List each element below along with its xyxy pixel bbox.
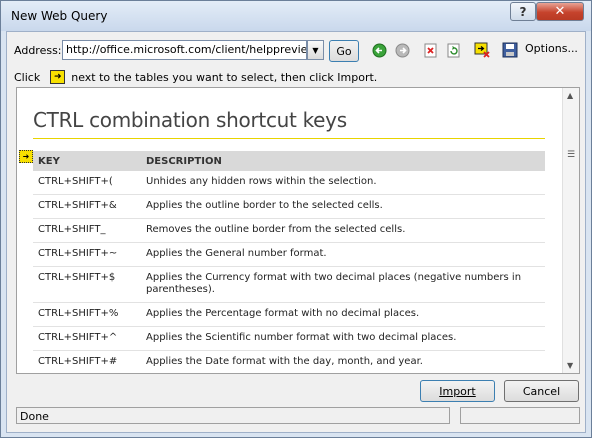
import-label: Import [439, 384, 476, 398]
column-header-description: DESCRIPTION [141, 151, 545, 171]
table-row: CTRL+SHIFT_ Removes the outline border fr… [33, 218, 545, 243]
shortcut-description: Removes the outline border from the sele… [141, 218, 545, 243]
chevron-down-icon: ▼ [312, 45, 319, 55]
table-row: CTRL+SHIFT+& Applies the outline border t… [33, 194, 545, 219]
shortcut-key: CTRL+SHIFT+( [33, 171, 141, 195]
import-button[interactable]: Import [420, 380, 495, 402]
shortcut-description: Applies the Scientific number format wit… [141, 326, 545, 351]
table-row: CTRL+SHIFT+(Unhides any hidden rows with… [33, 171, 545, 195]
status-bar: Done [16, 407, 450, 424]
options-button[interactable]: Options... [525, 42, 578, 55]
table-row: CTRL+SHIFT+~ Applies the General number f… [33, 242, 545, 267]
help-button[interactable]: ? [510, 2, 536, 21]
title-divider [33, 138, 545, 139]
table-select-arrow-icon[interactable]: ➜ [19, 150, 33, 163]
go-button[interactable]: Go [329, 40, 359, 62]
hide-icons-icon [474, 42, 490, 58]
hint-text-before: Click [14, 70, 41, 84]
forward-arrow-icon [395, 43, 409, 57]
shortcut-description: Applies the outline border to the select… [141, 194, 545, 219]
new-web-query-dialog: New Web Query ? ✕ Address: http://office… [0, 0, 592, 438]
back-arrow-icon [372, 43, 386, 57]
page-title: CTRL combination shortcut keys [33, 108, 347, 132]
refresh-icon [447, 43, 460, 57]
save-query-button[interactable] [502, 42, 518, 58]
hide-icons-button[interactable] [474, 42, 490, 58]
title-bar: New Web Query ? ✕ [1, 1, 591, 31]
stop-button[interactable] [423, 42, 439, 58]
table-row: CTRL+SHIFT+# Applies the Date format with… [33, 350, 545, 373]
scroll-down-icon[interactable]: ▼ [567, 361, 573, 370]
shortcut-description: Applies the Date format with the day, mo… [141, 350, 545, 373]
address-label: Address: [14, 44, 62, 57]
cancel-button[interactable]: Cancel [504, 380, 579, 402]
shortcut-description: Applies the General number format. [141, 242, 545, 267]
shortcut-key: CTRL+SHIFT+$ [33, 266, 141, 303]
status-bar-secondary [460, 407, 580, 424]
shortcut-key: CTRL+SHIFT+~ [33, 242, 141, 267]
refresh-button[interactable] [446, 42, 462, 58]
shortcut-key: CTRL+SHIFT+# [33, 350, 141, 373]
dialog-body: Address: http://office.microsoft.com/cli… [6, 31, 586, 433]
address-input[interactable]: http://office.microsoft.com/client/helpp… [62, 40, 307, 60]
options-label: Options... [525, 42, 578, 55]
scroll-thumb-grip-icon[interactable]: ☰ [564, 150, 578, 162]
shortcut-key: CTRL+SHIFT+^ [33, 326, 141, 351]
address-dropdown-button[interactable]: ▼ [307, 40, 324, 60]
shortcut-table: KEY DESCRIPTION CTRL+SHIFT+(Unhides any … [33, 151, 545, 373]
table-row: CTRL+SHIFT+$ Applies the Currency format … [33, 266, 545, 303]
window-title: New Web Query [11, 9, 108, 23]
shortcut-description: Unhides any hidden rows within the selec… [141, 171, 545, 195]
table-header-row: KEY DESCRIPTION [33, 151, 545, 171]
shortcut-description: Applies the Currency format with two dec… [141, 266, 545, 303]
shortcut-key: CTRL+SHIFT+% [33, 302, 141, 327]
back-button[interactable] [371, 42, 387, 58]
close-button[interactable]: ✕ [536, 2, 584, 21]
select-table-arrow-icon: ➜ [50, 70, 66, 84]
forward-button[interactable] [394, 42, 410, 58]
column-header-key: KEY [33, 151, 141, 171]
shortcut-key: CTRL+SHIFT_ [33, 218, 141, 243]
save-icon [502, 42, 518, 58]
web-preview-pane[interactable]: CTRL combination shortcut keys ➜ KEY DES… [16, 87, 580, 374]
table-row: CTRL+SHIFT+% Applies the Percentage forma… [33, 302, 545, 327]
shortcut-key: CTRL+SHIFT+& [33, 194, 141, 219]
stop-icon [424, 43, 437, 57]
instruction-text: Click ➜ next to the tables you want to s… [14, 70, 377, 84]
vertical-scrollbar[interactable]: ▲ ☰ ▼ [562, 88, 579, 373]
scroll-up-icon[interactable]: ▲ [567, 91, 573, 100]
table-row: CTRL+SHIFT+^ Applies the Scientific numbe… [33, 326, 545, 351]
shortcut-description: Applies the Percentage format with no de… [141, 302, 545, 327]
hint-text-after: next to the tables you want to select, t… [71, 70, 378, 84]
